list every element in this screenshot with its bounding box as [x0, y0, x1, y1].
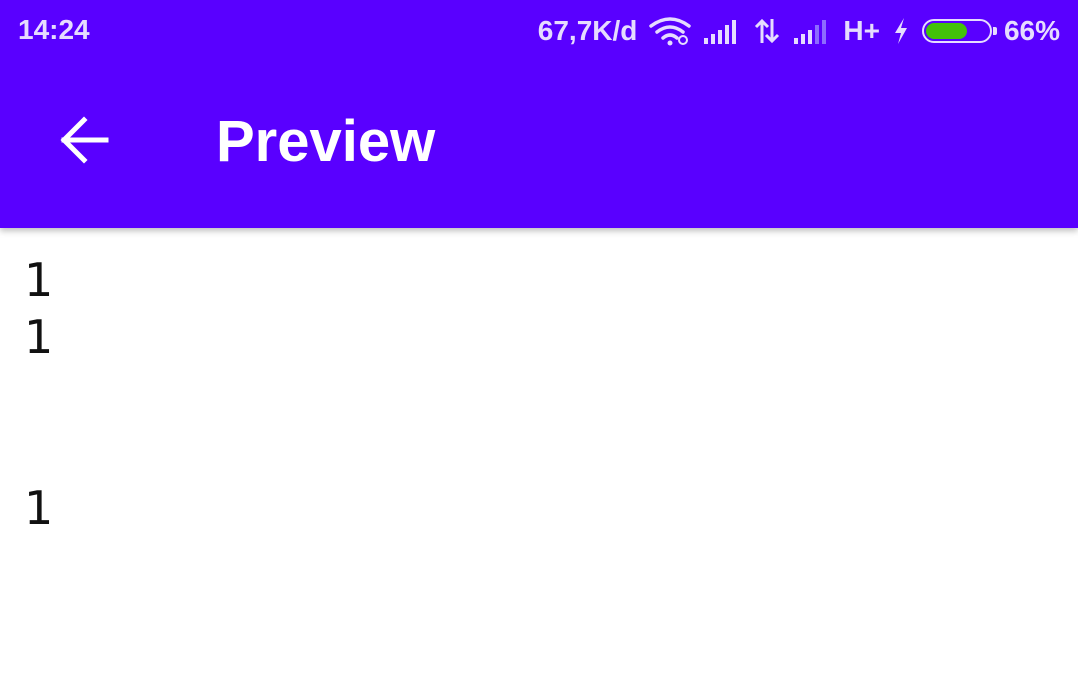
- arrow-left-icon: [58, 116, 110, 168]
- content-line: 1: [24, 310, 54, 364]
- charging-icon: [892, 17, 910, 45]
- battery-icon: [921, 19, 997, 43]
- status-indicators: 67,7K/d H+ 66%: [538, 10, 1060, 52]
- content-line: 1: [24, 481, 54, 535]
- status-bar: 14:24 67,7K/d H+ 66%: [0, 0, 1078, 62]
- network-speed: 67,7K/d: [537, 15, 638, 46]
- data-transfer-icon: [753, 17, 781, 45]
- signal-icon: [703, 18, 741, 44]
- toolbar: Preview: [0, 62, 1078, 228]
- app-screen: 14:24 67,7K/d H+ 66% Preview 1 1 1: [0, 0, 1078, 678]
- network-type: H+: [843, 15, 880, 46]
- battery-percent: 66%: [1003, 15, 1060, 46]
- content-line: 1: [24, 253, 54, 307]
- battery-cap: [992, 27, 997, 35]
- wifi-icon: [649, 16, 692, 46]
- page-title: Preview: [216, 109, 436, 174]
- preview-content: 1 1 1: [0, 228, 1078, 678]
- app-bar: 14:24 67,7K/d H+ 66% Preview: [0, 0, 1078, 228]
- status-time: 14:24: [18, 14, 90, 45]
- back-button[interactable]: [36, 94, 132, 190]
- battery-level: [925, 23, 967, 39]
- signal-icon: [793, 18, 831, 44]
